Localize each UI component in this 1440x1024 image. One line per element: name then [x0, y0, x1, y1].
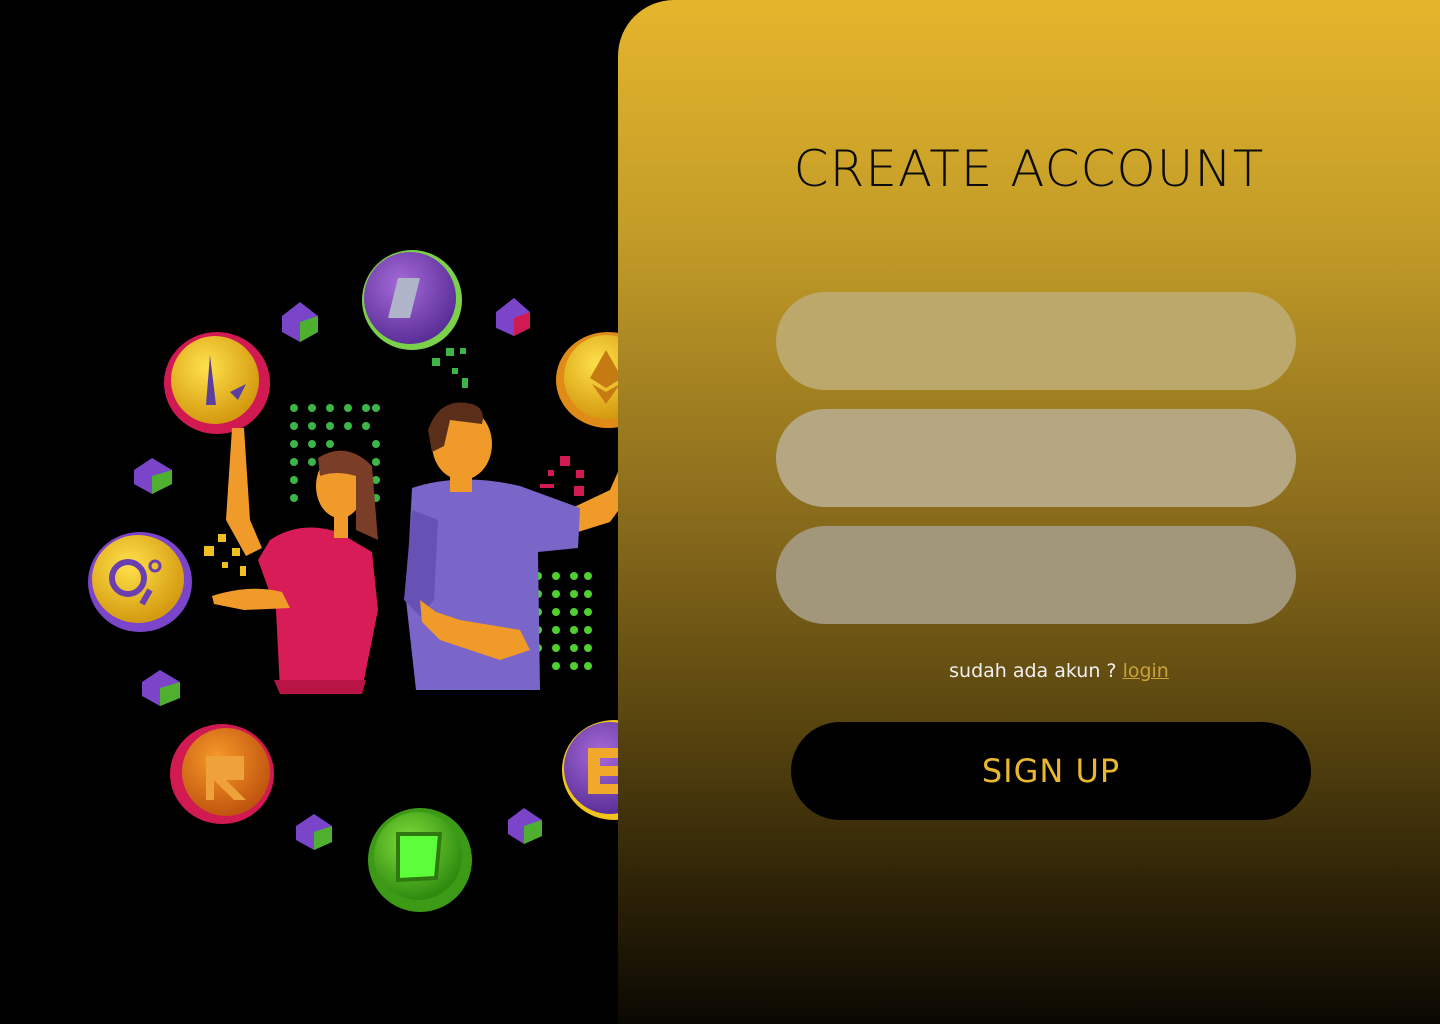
dot-grid-right	[534, 572, 592, 670]
yellow-triangle-coin-icon	[164, 332, 270, 434]
sign-up-button[interactable]: SIGN UP	[791, 722, 1311, 820]
signup-field-3[interactable]	[776, 526, 1296, 624]
login-prompt-row: sudah ada akun ? login	[618, 660, 1440, 682]
login-link[interactable]: login	[1123, 660, 1169, 682]
woman-figure	[212, 428, 378, 694]
signup-panel: CREATE ACCOUNT sudah ada akun ? login SI…	[618, 0, 1440, 1024]
r-coin-icon	[170, 724, 274, 824]
signup-field-2[interactable]	[776, 409, 1296, 507]
signup-field-1[interactable]	[776, 292, 1296, 390]
polkadot-coin-icon	[88, 532, 192, 632]
purple-slash-coin-icon	[362, 250, 462, 350]
login-prompt-text: sudah ada akun ?	[949, 660, 1117, 682]
green-square-coin-icon	[368, 808, 472, 912]
page-title: CREATE ACCOUNT	[793, 140, 1265, 198]
